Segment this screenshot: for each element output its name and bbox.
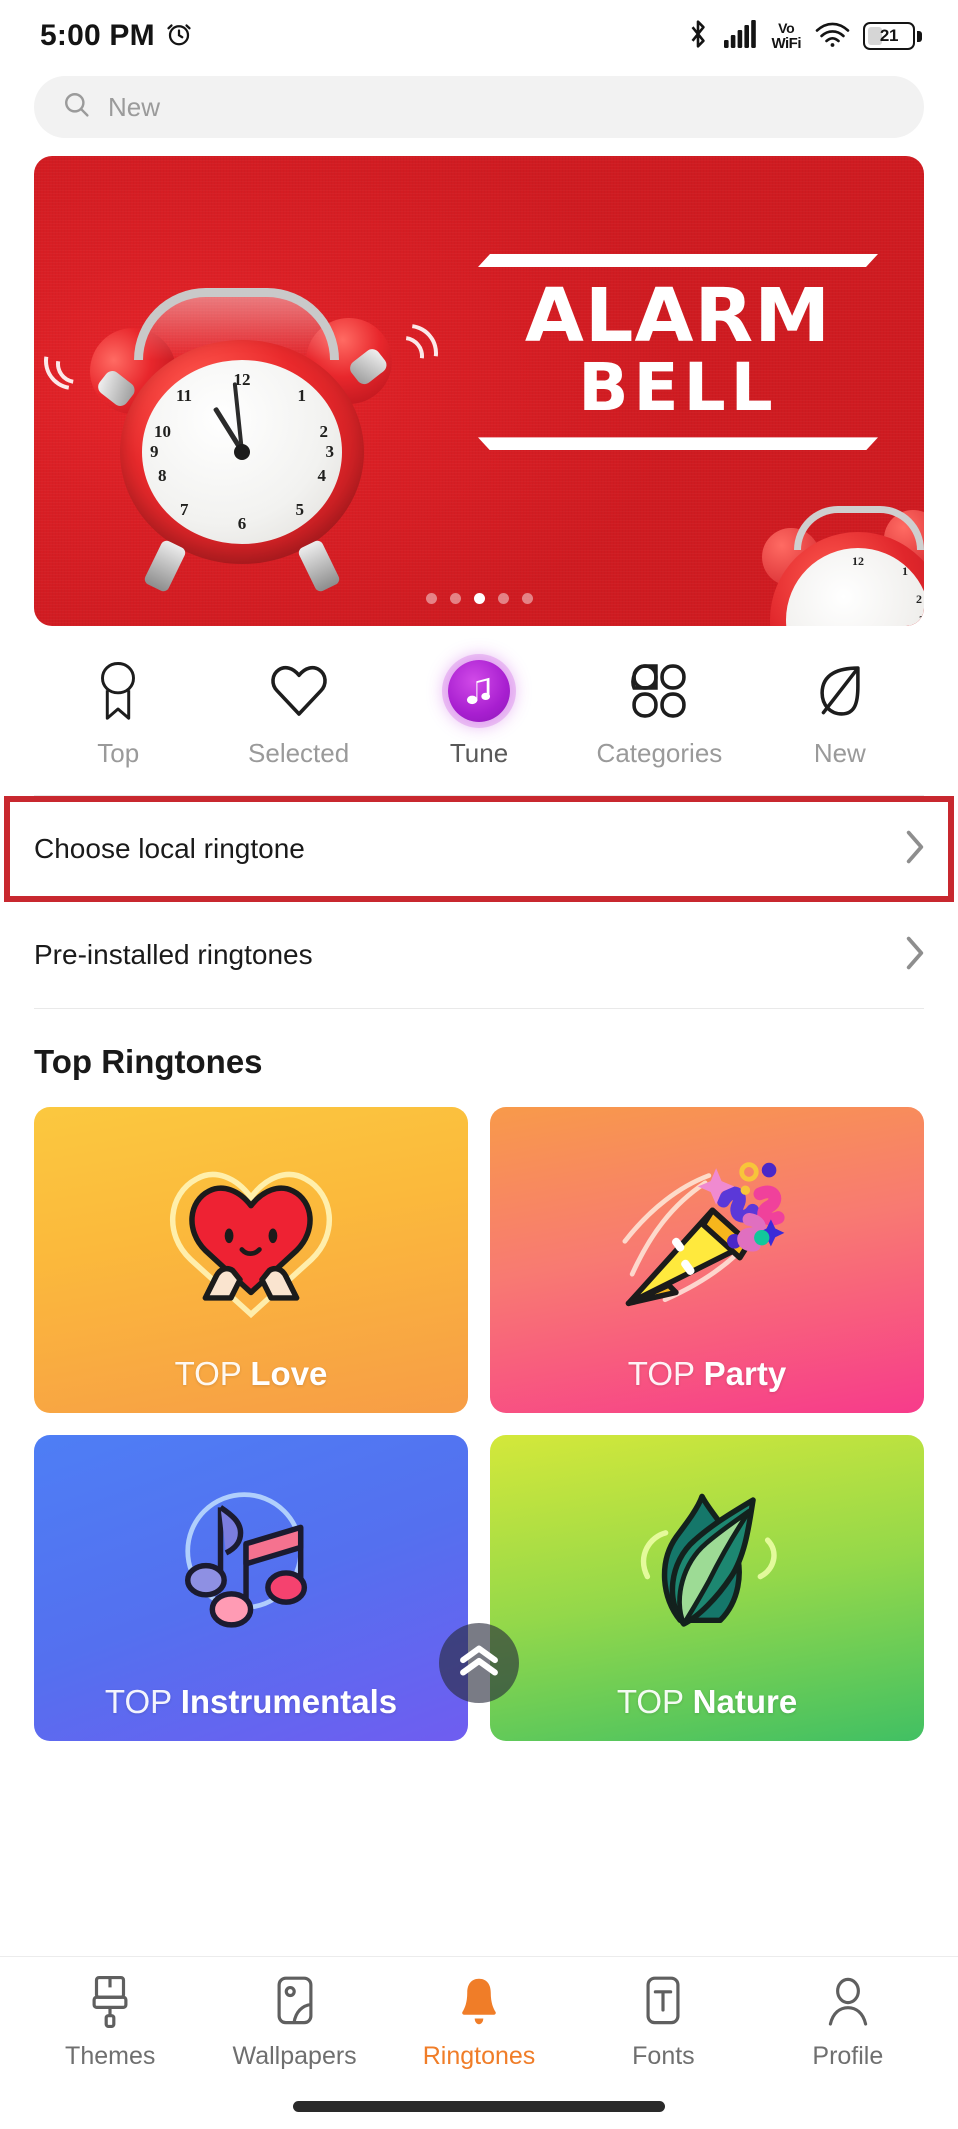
ringtone-card-nature[interactable]: TOP Nature	[490, 1435, 924, 1741]
category-label-top: Top	[97, 738, 140, 768]
alarm-clock-icon	[164, 19, 194, 54]
battery-percent-label: 21	[879, 26, 899, 45]
mini-alarm-clock-illustration: 12 1 2 3	[762, 506, 924, 626]
carousel-dot-1[interactable]	[425, 593, 437, 604]
carousel-dot-2[interactable]	[449, 593, 461, 604]
music-note-icon	[448, 660, 511, 722]
bluetooth-icon	[685, 19, 711, 54]
wallpaper-image-icon	[274, 1975, 316, 2029]
section-title-top-ringtones: Top Ringtones	[34, 1043, 263, 1080]
alarm-clock-illustration: 12 1 2 3 4 5 6 7 8 9 10 11	[34, 274, 450, 594]
heart-icon	[270, 660, 328, 722]
list-row-label: Choose local ringtone	[34, 833, 305, 864]
paint-roller-icon	[89, 1975, 131, 2029]
cellular-signal-icon	[724, 19, 758, 53]
battery-icon: 21	[863, 22, 922, 50]
card-prefix: TOP	[616, 1683, 684, 1720]
ringtone-card-party[interactable]: TOP Party	[490, 1107, 924, 1413]
nav-item-ringtones[interactable]: Ringtones	[387, 1975, 571, 2071]
banner-slash-bottom	[478, 437, 878, 451]
nav-label-themes: Themes	[65, 2042, 156, 2070]
nav-item-profile[interactable]: Profile	[756, 1975, 940, 2071]
card-name: Instrumentals	[180, 1683, 398, 1720]
vowifi-wifi-text: WiFi	[771, 35, 801, 52]
two-leaves-icon	[490, 1441, 924, 1683]
carousel-dot-3-active[interactable]	[473, 593, 485, 604]
four-petal-grid-icon	[630, 660, 688, 722]
category-label-selected: Selected	[248, 738, 350, 768]
double-music-note-icon	[34, 1441, 468, 1683]
double-chevron-up-icon	[456, 1643, 502, 1684]
status-bar: 5:00 PM Vo WiFi 21	[0, 0, 958, 72]
nav-label-ringtones: Ringtones	[422, 2042, 536, 2070]
carousel-dot-5[interactable]	[521, 593, 533, 604]
nav-label-wallpapers: Wallpapers	[232, 2042, 357, 2070]
app-screen: 5:00 PM Vo WiFi 21 New 12 1 2 3 4 5 6 7 …	[0, 0, 958, 2129]
banner-carousel[interactable]: 12 1 2 3 4 5 6 7 8 9 10 11 ALARM BELL 12…	[34, 156, 924, 626]
nav-item-themes[interactable]: Themes	[18, 1975, 202, 2071]
category-item-new[interactable]: New	[750, 660, 930, 769]
wifi-icon	[814, 20, 850, 53]
category-label-tune: Tune	[449, 738, 509, 768]
search-icon	[62, 90, 91, 124]
category-label-categories: Categories	[596, 738, 723, 768]
nav-item-fonts[interactable]: Fonts	[571, 1975, 755, 2071]
person-icon	[826, 1975, 870, 2029]
clock-face: 12 1 2 3 4 5 6 7 8 9 10 11	[142, 360, 342, 544]
scroll-to-top-button[interactable]	[439, 1623, 519, 1703]
list-row-preinstalled-ringtones[interactable]: Pre-installed ringtones	[0, 902, 958, 1008]
vowifi-vo-text: Vo	[778, 20, 795, 36]
font-t-icon	[642, 1975, 684, 2029]
chevron-right-icon	[904, 935, 926, 976]
card-prefix: TOP	[174, 1355, 242, 1392]
search-input-placeholder[interactable]: New	[108, 92, 160, 123]
carousel-dot-4[interactable]	[497, 593, 509, 604]
nav-item-wallpapers[interactable]: Wallpapers	[202, 1975, 386, 2071]
card-name: Party	[703, 1355, 787, 1392]
card-prefix: TOP	[104, 1683, 172, 1720]
smiling-heart-icon	[34, 1113, 468, 1355]
chevron-right-icon	[904, 829, 926, 870]
vowifi-icon: Vo WiFi	[771, 21, 801, 51]
category-item-tune[interactable]: Tune	[389, 660, 569, 769]
card-name: Nature	[692, 1683, 798, 1720]
home-indicator-bar	[0, 2083, 958, 2129]
bottom-navigation-bar: Themes Wallpapers Ringtones Fonts Profil…	[0, 1956, 958, 2083]
top-ringtones-grid: TOP Love TOP Party TOP Instrumentals TOP…	[0, 1081, 958, 1741]
banner-carousel-section: 12 1 2 3 4 5 6 7 8 9 10 11 ALARM BELL 12…	[0, 156, 958, 626]
ringtone-card-instrumentals[interactable]: TOP Instrumentals	[34, 1435, 468, 1741]
carousel-pagination-dots[interactable]	[34, 593, 924, 604]
card-prefix: TOP	[627, 1355, 695, 1392]
bell-icon	[458, 1975, 500, 2029]
search-bar[interactable]: New	[34, 76, 924, 138]
status-bar-clock: 5:00 PM	[40, 19, 155, 52]
ringtone-card-love[interactable]: TOP Love	[34, 1107, 468, 1413]
list-row-label: Pre-installed ringtones	[34, 939, 313, 970]
status-bar-left: 5:00 PM	[40, 19, 194, 54]
search-section: New	[0, 72, 958, 156]
category-item-categories[interactable]: Categories	[569, 660, 749, 769]
ringtone-card-label: TOP Nature	[617, 1683, 797, 1741]
category-item-top[interactable]: Top	[28, 660, 208, 769]
ringtone-card-label: TOP Love	[175, 1355, 328, 1413]
leaf-icon	[813, 660, 867, 722]
category-icon-row: Top Selected Tune Categories New	[0, 626, 958, 795]
party-popper-icon	[490, 1113, 924, 1355]
layout-spacer	[0, 1741, 958, 1956]
category-item-selected[interactable]: Selected	[208, 660, 388, 769]
ribbon-badge-icon	[93, 660, 143, 722]
nav-label-profile: Profile	[812, 2042, 884, 2070]
banner-title-line2: BELL	[578, 349, 778, 427]
banner-wordmark: ALARM BELL	[478, 254, 878, 451]
status-bar-right: Vo WiFi 21	[685, 19, 922, 54]
home-indicator[interactable]	[293, 2100, 665, 2112]
nav-label-fonts: Fonts	[632, 2042, 695, 2070]
banner-slash-top	[478, 254, 878, 267]
ringtone-card-label: TOP Party	[628, 1355, 786, 1413]
card-name: Love	[250, 1355, 328, 1392]
banner-title-line1: ALARM	[524, 273, 832, 359]
category-label-new: New	[813, 738, 866, 768]
list-row-choose-local-ringtone[interactable]: Choose local ringtone	[0, 796, 958, 902]
ringtone-card-label: TOP Instrumentals	[105, 1683, 397, 1741]
